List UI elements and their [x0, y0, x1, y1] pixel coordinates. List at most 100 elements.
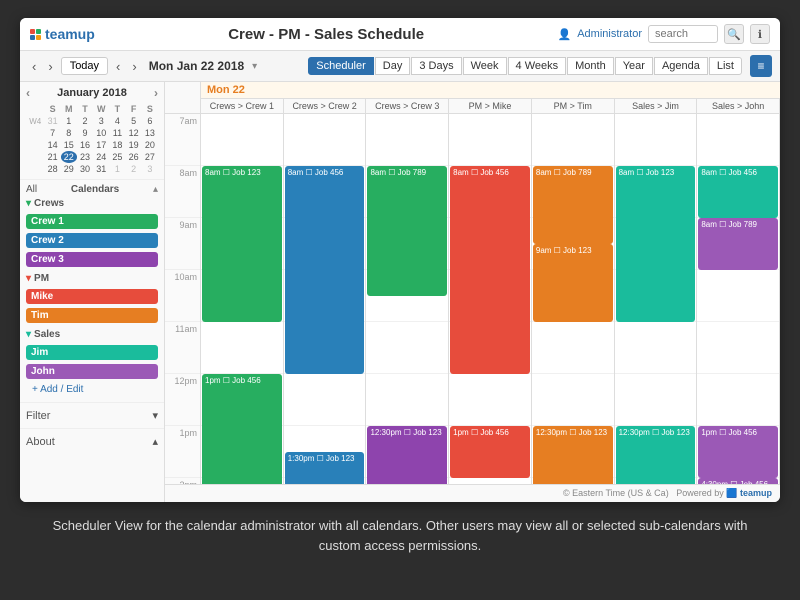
- event-block[interactable]: 8am ☐ Job 456: [698, 166, 778, 218]
- sales-section-header[interactable]: ▾ Sales: [26, 329, 158, 340]
- about-section: About ▴: [20, 428, 164, 454]
- date-next-button[interactable]: ›: [128, 57, 140, 76]
- event-block[interactable]: 8am ☐ Job 123: [616, 166, 696, 322]
- time-gutter-header: [165, 82, 201, 113]
- month-prev-button[interactable]: ‹: [28, 57, 40, 76]
- view-tab-month[interactable]: Month: [567, 57, 614, 75]
- view-tab-4-weeks[interactable]: 4 Weeks: [508, 57, 567, 75]
- col-headers: Mon 22Crews > Crew 1Crews > Crew 2Crews …: [165, 82, 780, 114]
- hour-line: [366, 374, 448, 426]
- about-toggle[interactable]: About ▴: [26, 433, 158, 450]
- hour-line: [697, 374, 779, 426]
- hour-line: [532, 322, 614, 374]
- event-block[interactable]: 1pm ☐ Job 456: [698, 426, 778, 478]
- event-block[interactable]: 1pm ☐ Job 456: [450, 426, 530, 478]
- about-chevron: ▴: [152, 435, 158, 448]
- event-block[interactable]: 12:30pm ☐ Job 123: [367, 426, 447, 484]
- search-button[interactable]: 🔍: [724, 24, 744, 44]
- jim-item[interactable]: Jim: [26, 343, 158, 362]
- admin-link[interactable]: Administrator: [577, 28, 642, 40]
- hour-line: [697, 114, 779, 166]
- event-block[interactable]: 8am ☐ Job 123: [202, 166, 282, 322]
- event-block[interactable]: 4:30pm ☐ Job 456: [698, 478, 778, 484]
- event-block[interactable]: 8am ☐ Job 789: [533, 166, 613, 244]
- event-block[interactable]: 8am ☐ Job 789: [698, 218, 778, 270]
- col-header-2: Crews > Crew 3: [366, 99, 449, 113]
- crew-1-item[interactable]: Crew 1: [26, 212, 158, 231]
- time-slot: 7am: [165, 114, 200, 166]
- add-edit-link[interactable]: + Add / Edit: [26, 381, 158, 398]
- view-tab-day[interactable]: Day: [375, 57, 411, 75]
- time-slot: 11am: [165, 322, 200, 374]
- hour-line: [697, 322, 779, 374]
- event-block[interactable]: 8am ☐ Job 789: [367, 166, 447, 296]
- john-item[interactable]: John: [26, 362, 158, 381]
- calendars-toggle[interactable]: ▴: [153, 184, 158, 195]
- logo-area: teamup: [30, 26, 95, 42]
- time-gutter: 7am8am9am10am11am12pm1pm2pm3pm4pm5pm6pm7…: [165, 114, 201, 484]
- mini-cal-prev[interactable]: ‹: [26, 86, 30, 100]
- filter-label: Filter: [26, 410, 50, 422]
- filter-chevron: ▾: [152, 409, 158, 422]
- hour-line: [366, 322, 448, 374]
- app-window: teamup Crew - PM - Sales Schedule 👤 Admi…: [20, 18, 780, 502]
- tim-label: Tim: [26, 308, 158, 323]
- filter-toggle[interactable]: Filter ▾: [26, 407, 158, 424]
- hour-line: [697, 270, 779, 322]
- caption: Scheduler View for the calendar administ…: [20, 502, 780, 565]
- time-slot: 9am: [165, 218, 200, 270]
- time-slot: 1pm: [165, 426, 200, 478]
- today-button[interactable]: Today: [61, 57, 108, 75]
- mini-cal-table: SMTWTFSW43112345678910111213141516171819…: [26, 103, 158, 175]
- info-button[interactable]: ℹ: [750, 24, 770, 44]
- scheduler-col-4: 8am ☐ Job 7899am ☐ Job 123 12:30pm ☐ Job …: [532, 114, 615, 484]
- pm-label: ▾ PM: [26, 273, 49, 284]
- col-header-0: Crews > Crew 1: [201, 99, 284, 113]
- crew-3-item[interactable]: Crew 3: [26, 250, 158, 269]
- view-tab-agenda[interactable]: Agenda: [654, 57, 708, 75]
- time-slot: 12pm: [165, 374, 200, 426]
- jim-label: Jim: [26, 345, 158, 360]
- hour-line: [284, 374, 366, 426]
- date-range-label: Mon Jan 22 2018: [149, 59, 244, 73]
- date-highlight-row: Mon 22: [201, 82, 780, 99]
- scheduler-col-0: 8am ☐ Job 123 1pm ☐ Job 456: [201, 114, 284, 484]
- event-block[interactable]: 1pm ☐ Job 456: [202, 374, 282, 484]
- event-block[interactable]: 12:30pm ☐ Job 123: [616, 426, 696, 484]
- col-header-6: Sales > John: [697, 99, 780, 113]
- tim-item[interactable]: Tim: [26, 306, 158, 325]
- event-block[interactable]: 8am ☐ Job 456: [450, 166, 530, 374]
- top-right-area: 👤 Administrator 🔍 ℹ: [558, 24, 771, 44]
- event-block[interactable]: 9am ☐ Job 123: [533, 244, 613, 322]
- hour-line: [532, 114, 614, 166]
- crew-2-item[interactable]: Crew 2: [26, 231, 158, 250]
- app-title: Crew - PM - Sales Schedule: [103, 26, 550, 43]
- view-tab-list[interactable]: List: [709, 57, 742, 75]
- crews-section-header[interactable]: ▾ Crews: [26, 198, 158, 209]
- mini-cal-next[interactable]: ›: [154, 86, 158, 100]
- date-range-dropdown-icon[interactable]: ▾: [252, 61, 257, 72]
- col-header-3: PM > Mike: [449, 99, 532, 113]
- view-tab-3-days[interactable]: 3 Days: [411, 57, 461, 75]
- pm-section-header[interactable]: ▾ PM: [26, 273, 158, 284]
- scheduler-body: 7am8am9am10am11am12pm1pm2pm3pm4pm5pm6pm7…: [165, 114, 780, 484]
- hour-line: [615, 374, 697, 426]
- view-tab-week[interactable]: Week: [463, 57, 507, 75]
- hour-line: [201, 114, 283, 166]
- event-block[interactable]: 1:30pm ☐ Job 123: [285, 452, 365, 484]
- event-block[interactable]: 12:30pm ☐ Job 123: [533, 426, 613, 484]
- event-block[interactable]: 8am ☐ Job 456: [285, 166, 365, 374]
- mike-item[interactable]: Mike: [26, 287, 158, 306]
- hour-line: [615, 114, 697, 166]
- footer-brand: teamup: [740, 488, 772, 498]
- crew-3-label: Crew 3: [26, 252, 158, 267]
- hour-line: [449, 478, 531, 484]
- search-input[interactable]: [648, 25, 718, 43]
- hamburger-menu-button[interactable]: ≡: [750, 55, 772, 77]
- view-tab-scheduler[interactable]: Scheduler: [308, 57, 374, 75]
- month-next-button[interactable]: ›: [44, 57, 56, 76]
- view-tab-year[interactable]: Year: [615, 57, 653, 75]
- view-tabs: SchedulerDay3 DaysWeek4 WeeksMonthYearAg…: [308, 57, 742, 75]
- date-prev-button[interactable]: ‹: [112, 57, 124, 76]
- crews-label: ▾ Crews: [26, 198, 64, 209]
